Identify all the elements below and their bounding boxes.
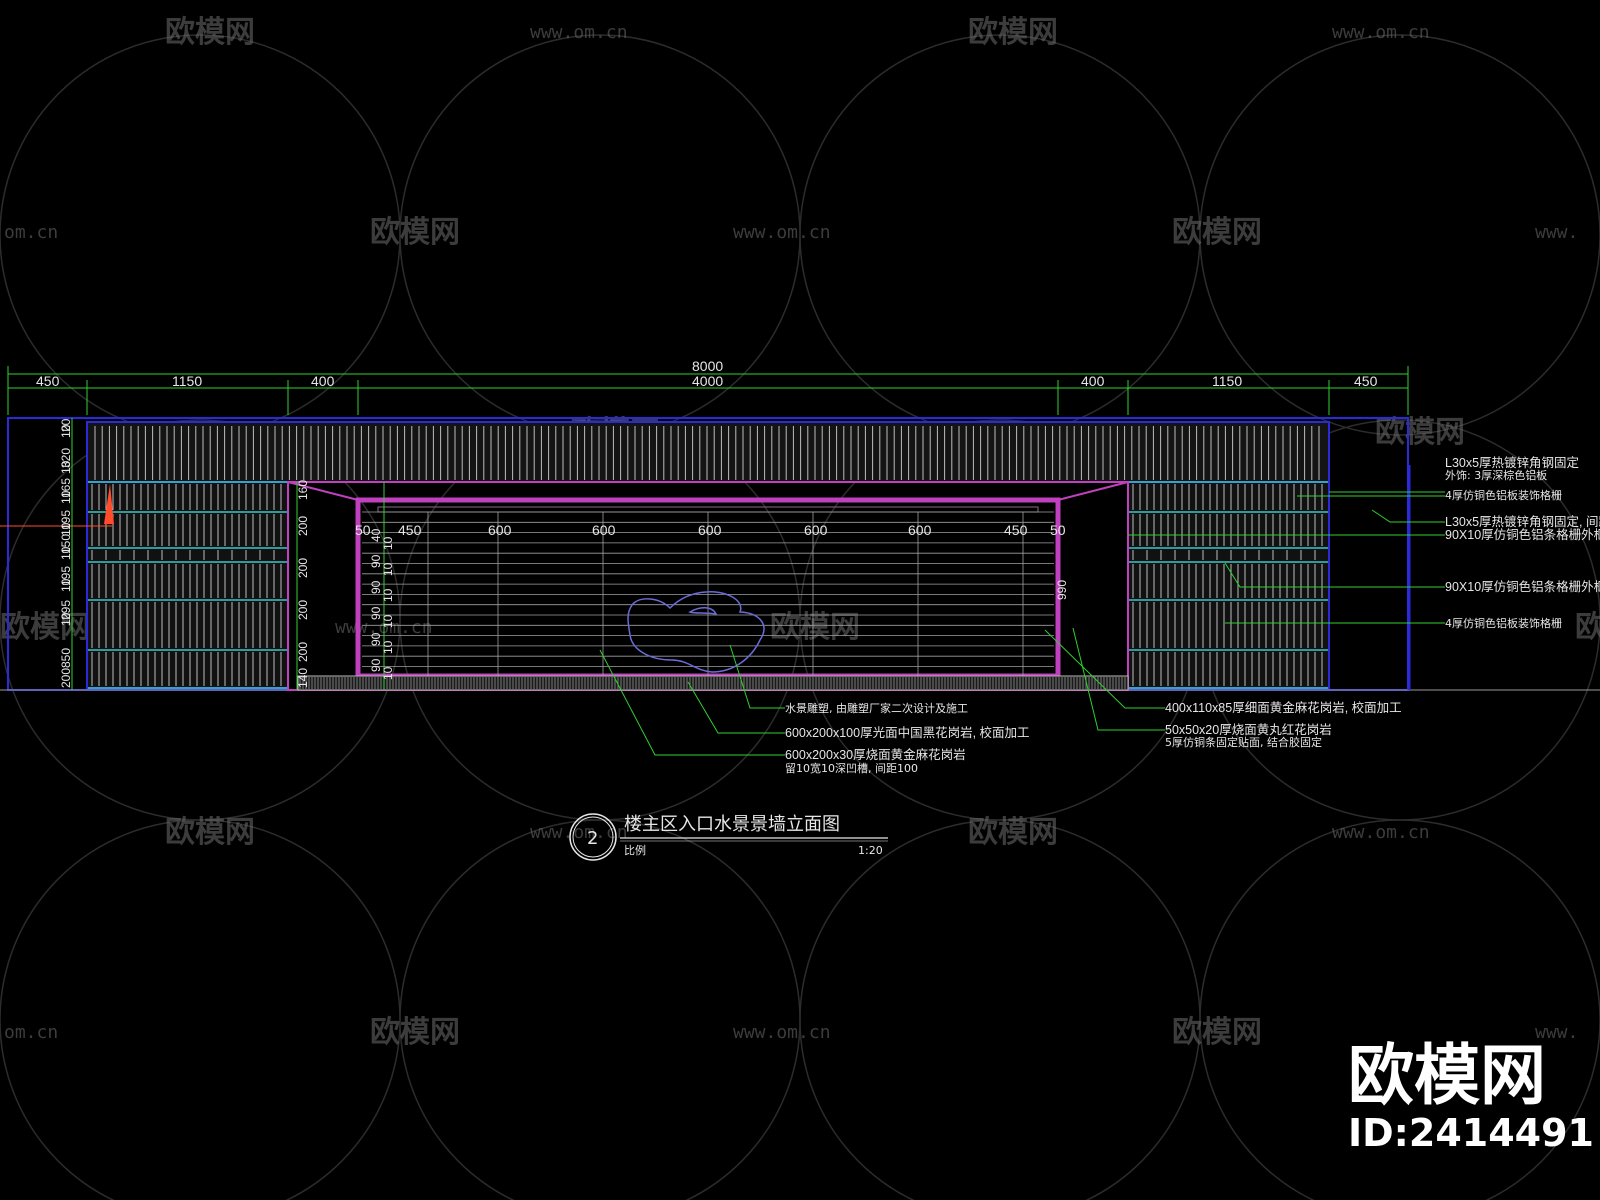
watermark-url-fragment: om.cn bbox=[4, 1022, 58, 1043]
inner-dimension-label-2: 10 bbox=[381, 562, 395, 576]
inner-dimension-label: 200 bbox=[296, 516, 310, 536]
title-scale-value: 1:20 bbox=[858, 844, 883, 857]
sculpture-shape bbox=[627, 591, 765, 673]
drawing-title: 楼主区入口水景景墙立面图 bbox=[624, 814, 840, 835]
watermark-logo: 欧模网 bbox=[165, 15, 255, 50]
callout-bottom-3-line2: 留10宽10深凹槽, 间距100 bbox=[785, 761, 918, 775]
watermark-url-fragment: om.cn bbox=[4, 222, 58, 243]
watermark-logo: 欧模网 bbox=[1375, 415, 1465, 450]
inner-dimension-label-2: 10 bbox=[381, 588, 395, 602]
dimension-top-6: 1150 bbox=[1212, 373, 1242, 389]
callout-right-1-line2: 外饰: 3厚深棕色铝板 bbox=[1445, 468, 1547, 482]
inner-dimension-label-2: 90 bbox=[369, 632, 383, 646]
left-dimension-label: 20 bbox=[59, 418, 73, 432]
panel-bevel-frame bbox=[287, 481, 1129, 501]
right-wing-block bbox=[1127, 481, 1330, 689]
watermark-logo: 欧模网 bbox=[370, 215, 460, 250]
inner-stack-dimension-labels: 160 200 200 200 200 140 bbox=[296, 480, 310, 688]
watermark-logo: 欧模网 bbox=[0, 610, 90, 645]
inner-dimension-label-2: 10 bbox=[381, 614, 395, 628]
left-dimension-label: 200 bbox=[59, 668, 73, 688]
inner-dimension-label: 140 bbox=[296, 668, 310, 688]
watermark-logo: 欧模网 bbox=[1172, 1015, 1262, 1050]
callout-bottom-5-line1: 50x50x20厚烧面黄丸红花岗岩 bbox=[1165, 722, 1332, 737]
dimension-top-4: 4000 bbox=[692, 373, 723, 389]
dimension-top-2: 1150 bbox=[172, 373, 202, 389]
callout-bottom-3-line1: 600x200x30厚烧面黄金麻花岗岩 bbox=[785, 747, 966, 762]
left-dimension-label: 195 bbox=[59, 566, 73, 586]
title-number: 2 bbox=[587, 828, 598, 849]
panel-dimension-label: 600 bbox=[592, 522, 616, 538]
callout-right-5: 90X10厚仿铜色铝条格栅外框 bbox=[1445, 579, 1600, 594]
dimension-overall: 8000 bbox=[692, 358, 723, 374]
callout-right-3: L30x5厚热镀锌角钢固定, 间距500 bbox=[1445, 514, 1600, 529]
callout-bottom-4: 400x110x85厚细面黄金麻花岗岩, 校面加工 bbox=[1165, 700, 1402, 715]
panel-dimension-label: 600 bbox=[698, 522, 722, 538]
left-dimension-label: 195 bbox=[59, 510, 73, 530]
brand-watermark: 欧模网 ID:2414491 bbox=[1348, 1037, 1594, 1155]
watermark-url: www.om.cn bbox=[733, 1022, 831, 1043]
panel-dimension-label: 450 bbox=[1004, 522, 1028, 538]
dimension-top-5: 400 bbox=[1081, 373, 1105, 389]
inner-dimension-label-2: 90 bbox=[369, 606, 383, 620]
watermark-url: www.om.cn bbox=[733, 222, 831, 243]
left-dimension-label: 850 bbox=[59, 648, 73, 668]
left-dimension-label: 295 bbox=[59, 600, 73, 620]
brand-id: ID:2414491 bbox=[1348, 1111, 1594, 1155]
left-dimension-label: 165 bbox=[59, 478, 73, 498]
panel-dimension-labels: 50 450 600 600 600 600 600 450 50 bbox=[355, 522, 1066, 538]
inner-dimension-label-2: 90 bbox=[369, 580, 383, 594]
callout-right-1-line1: L30x5厚热镀锌角钢固定 bbox=[1445, 455, 1579, 470]
watermark-url: www.om.cn bbox=[530, 22, 628, 43]
watermark-logo: 欧模网 bbox=[370, 1015, 460, 1050]
dimension-top-1: 450 bbox=[36, 373, 60, 389]
panel-height-dimension: 990 bbox=[1055, 580, 1069, 600]
panel-base-strip bbox=[297, 675, 1129, 691]
watermark-logo: 欧模网 bbox=[165, 815, 255, 850]
cad-drawing-canvas: 欧模网 www.om.cn 欧模网 www.om.cn om.cn 欧模网 ww… bbox=[0, 15, 1600, 1200]
title-scale-label: 比例 bbox=[624, 843, 646, 857]
inner-dimension-label-2: 40 bbox=[369, 528, 383, 542]
inner-dimension-label: 200 bbox=[296, 600, 310, 620]
callout-right-4: 90X10厚仿铜色铝条格栅外框 bbox=[1445, 527, 1600, 542]
wall-elevation bbox=[0, 417, 1600, 691]
panel-inner-border bbox=[377, 506, 1039, 513]
panel-dimension-label: 50 bbox=[355, 522, 371, 538]
panel-dimension-label: 600 bbox=[908, 522, 932, 538]
watermark-logo: 欧模网 bbox=[1575, 610, 1600, 645]
dimension-top-7: 450 bbox=[1354, 373, 1378, 389]
inner-dimension-label: 160 bbox=[296, 480, 310, 500]
watermark-logo: 欧模网 bbox=[968, 15, 1058, 50]
dimension-top-3: 400 bbox=[311, 373, 335, 389]
left-dimension-labels: 2008501029510195101501019510165103201020 bbox=[59, 418, 73, 688]
inner-dimension-label-2: 90 bbox=[369, 658, 383, 672]
left-dimension-label: 320 bbox=[59, 448, 73, 468]
right-callouts: L30x5厚热镀锌角钢固定 外饰: 3厚深棕色铝板 4厚仿铜色铝板装饰格栅 L3… bbox=[1445, 455, 1600, 630]
callout-right-6: 4厚仿铜色铝板装饰格栅 bbox=[1445, 616, 1562, 630]
watermark-url: www.om.cn bbox=[1332, 22, 1430, 43]
watermark-logo: 欧模网 bbox=[1172, 215, 1262, 250]
inner-dimension-label-2: 10 bbox=[381, 536, 395, 550]
panel-dimension-label: 600 bbox=[804, 522, 828, 538]
callout-bottom-5-line2: 5厚仿铜条固定贴面, 结合胶固定 bbox=[1165, 735, 1322, 749]
watermark-url: www.om.cn bbox=[1332, 822, 1430, 843]
watermark-url-fragment: www. bbox=[1535, 222, 1578, 243]
callout-bottom-1: 水景雕塑, 由雕塑厂家二次设计及施工 bbox=[785, 701, 968, 715]
inner-dimension-label: 200 bbox=[296, 558, 310, 578]
inner-dimension-label: 200 bbox=[296, 642, 310, 662]
brand-name: 欧模网 bbox=[1348, 1037, 1546, 1114]
wall-top-band bbox=[86, 421, 1330, 483]
inner-dimension-label-2: 10 bbox=[381, 640, 395, 654]
inner-stack-dimension-labels-2: 109010901090109010901040 bbox=[369, 528, 395, 680]
water-feature-panel bbox=[287, 481, 1129, 691]
inner-dimension-label-2: 10 bbox=[381, 666, 395, 680]
panel-dimension-label: 50 bbox=[1050, 522, 1066, 538]
callout-right-2: 4厚仿铜色铝板装饰格栅 bbox=[1445, 488, 1562, 502]
panel-dimension-label: 600 bbox=[488, 522, 512, 538]
panel-dimension-label: 450 bbox=[398, 522, 422, 538]
callout-bottom-2: 600x200x100厚光面中国黑花岗岩, 校面加工 bbox=[785, 725, 1030, 740]
watermark-logo: 欧模网 bbox=[968, 815, 1058, 850]
inner-dimension-label-2: 90 bbox=[369, 554, 383, 568]
left-wing-block bbox=[86, 481, 289, 689]
